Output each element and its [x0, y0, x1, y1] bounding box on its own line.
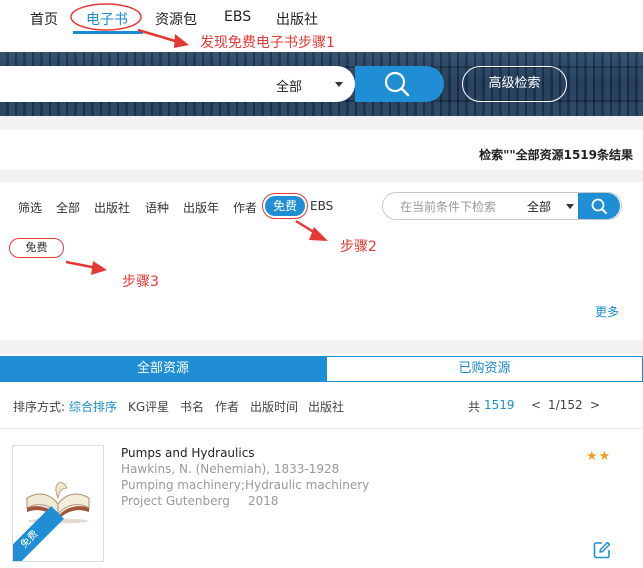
- annotation-step3: 步骤3: [122, 274, 159, 290]
- annotation-arrowhead: [309, 227, 328, 241]
- annotation-circle: [70, 3, 142, 31]
- annotation-step2: 步骤2: [340, 239, 377, 255]
- annotation-layer: [65, 3, 328, 275]
- annotation-step1: 发现免费电子书步骤1: [200, 35, 335, 51]
- annotation-arrowhead: [174, 34, 189, 48]
- annotation-arrowhead: [91, 261, 107, 275]
